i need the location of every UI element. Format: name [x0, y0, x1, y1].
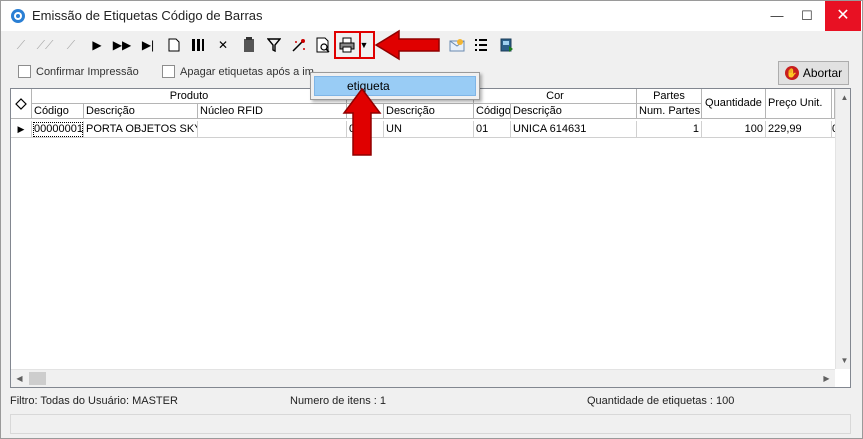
scroll-right-icon[interactable]: ▶: [818, 370, 835, 387]
status-filter: Filtro: Todas do Usuário: MASTER: [10, 395, 178, 407]
first-icon[interactable]: ⟋: [11, 34, 31, 56]
barcode-icon[interactable]: [239, 34, 259, 56]
columns-icon[interactable]: [188, 34, 208, 56]
row-indicator-icon[interactable]: ▶: [11, 121, 32, 138]
items-grid: Produto Tamanho Cor Partes Quantidade Pr…: [10, 88, 851, 388]
grid-corner-icon: [11, 89, 32, 119]
group-header-produto: Produto: [32, 89, 347, 104]
print-highlight-box: [334, 31, 361, 59]
scroll-up-icon[interactable]: ▲: [836, 89, 850, 106]
export-icon[interactable]: [497, 34, 517, 56]
column-header-quantidade[interactable]: Quantidade: [702, 89, 766, 119]
column-header-cor-codigo[interactable]: Código: [474, 104, 511, 119]
cell-cor-codigo[interactable]: 01: [474, 121, 511, 138]
tools-icon[interactable]: [289, 34, 309, 56]
scroll-down-icon[interactable]: ▼: [836, 352, 850, 369]
status-num-items: Numero de itens : 1: [290, 395, 386, 407]
list-icon[interactable]: [471, 34, 491, 56]
abort-button[interactable]: ✋ Abortar: [778, 61, 849, 85]
title-bar: Emissão de Etiquetas Código de Barras — …: [1, 1, 862, 31]
column-header-nucleo-rfid[interactable]: Núcleo RFID: [198, 104, 347, 119]
column-header-codigo[interactable]: Código: [32, 104, 84, 119]
column-header-cor-descricao[interactable]: Descrição: [511, 104, 637, 119]
cell-descricao[interactable]: PORTA OBJETOS SKYH: [84, 121, 198, 138]
horizontal-scrollbar[interactable]: ◀ ▶: [11, 369, 835, 387]
bottom-panel: [10, 414, 851, 434]
filter-icon[interactable]: [264, 34, 284, 56]
column-header-num-partes[interactable]: Num. Partes: [637, 104, 702, 119]
abort-label: Abortar: [802, 66, 843, 80]
window-title: Emissão de Etiquetas Código de Barras: [32, 8, 263, 23]
scroll-left-icon[interactable]: ◀: [11, 370, 28, 387]
status-qty-labels: Quantidade de etiquetas : 100: [587, 395, 735, 407]
minimize-button[interactable]: —: [762, 1, 792, 31]
prev-icon[interactable]: ⟋: [61, 34, 81, 56]
group-header-partes: Partes: [637, 89, 702, 104]
close-button[interactable]: ✕: [825, 1, 861, 31]
preview-icon[interactable]: [313, 34, 333, 56]
cell-nucleo-rfid[interactable]: [198, 121, 347, 138]
cell-tam-descricao[interactable]: UN: [384, 121, 474, 138]
new-doc-icon[interactable]: [164, 34, 184, 56]
column-header-tam-descricao[interactable]: Descrição: [384, 104, 474, 119]
delete-icon[interactable]: ✕: [213, 34, 233, 56]
menu-item-etiqueta[interactable]: etiqueta: [314, 76, 476, 96]
clear-after-label: Apagar etiquetas após a im: [180, 65, 314, 78]
group-header-cor: Cor: [474, 89, 637, 104]
app-icon: [11, 9, 25, 23]
vertical-scrollbar[interactable]: ▲ ▼: [835, 89, 850, 369]
status-bar: Filtro: Todas do Usuário: MASTER Numero …: [10, 391, 851, 413]
play-icon[interactable]: ▶: [87, 34, 107, 56]
email-icon[interactable]: [447, 34, 467, 56]
column-header-descricao[interactable]: Descrição: [84, 104, 198, 119]
column-header-preco[interactable]: Preço Unit.: [766, 89, 832, 119]
prev-page-icon[interactable]: ⟋⟋: [35, 34, 55, 56]
checkbox-box[interactable]: [18, 65, 31, 78]
toolbar: ⟋ ⟋⟋ ⟋ ▶ ▶▶ ▶| ✕ ▼: [9, 34, 529, 58]
print-dropdown-menu: etiqueta: [310, 72, 480, 100]
confirm-print-label: Confirmar Impressão: [36, 65, 139, 78]
checkbox-box[interactable]: [162, 65, 175, 78]
clear-after-checkbox[interactable]: Apagar etiquetas após a im: [162, 65, 314, 78]
confirm-print-checkbox[interactable]: Confirmar Impressão: [18, 65, 139, 78]
cell-cor-descricao[interactable]: UNICA 614631: [511, 121, 637, 138]
fast-forward-icon[interactable]: ▶▶: [112, 34, 132, 56]
main-window: Emissão de Etiquetas Código de Barras — …: [0, 0, 863, 439]
maximize-button[interactable]: ☐: [792, 1, 822, 31]
cell-codigo[interactable]: 00000001: [32, 121, 84, 138]
cell-quantidade[interactable]: 100: [702, 121, 766, 138]
up-arrow-annotation: [342, 87, 382, 156]
left-arrow-annotation: [374, 29, 440, 61]
last-icon[interactable]: ▶|: [138, 34, 158, 56]
abort-icon: ✋: [784, 66, 799, 80]
scroll-thumb[interactable]: [29, 372, 46, 385]
cell-preco[interactable]: 229,99: [766, 121, 832, 138]
cell-partes[interactable]: 1: [637, 121, 702, 138]
